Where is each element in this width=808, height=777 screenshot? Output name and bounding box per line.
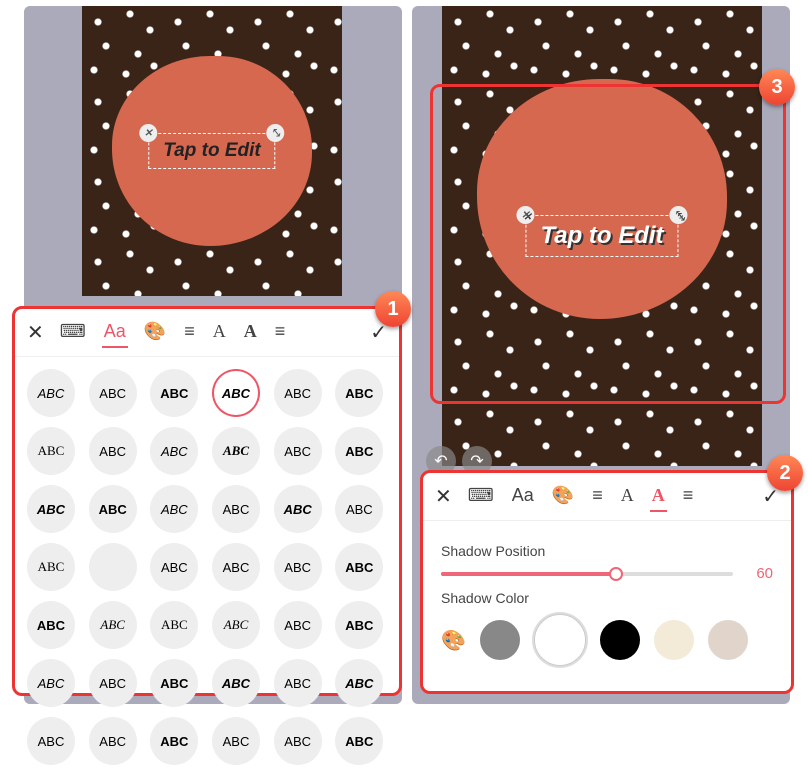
delete-handle[interactable]: ✕ [139, 124, 157, 142]
text-tool-tabbar: ✕ ⌨ Aa 🎨 ≡ A A ≡ ✓ [15, 309, 399, 357]
font-swatch[interactable]: ABC [150, 717, 198, 765]
font-swatch[interactable]: ABC [89, 601, 137, 649]
font-swatch[interactable]: ABC [335, 543, 383, 591]
close-button[interactable]: ✕ [435, 484, 452, 509]
font-swatch[interactable]: ABC [274, 427, 322, 475]
font-swatch[interactable]: ABC [335, 485, 383, 533]
shadow-color-swatch[interactable] [600, 620, 640, 660]
text-tool-tabbar: ✕ ⌨ Aa 🎨 ≡ A A ≡ ✓ [423, 473, 791, 521]
font-swatch[interactable]: ABC [335, 659, 383, 707]
font-swatch[interactable]: ABC [212, 369, 260, 417]
slider-thumb[interactable] [609, 567, 623, 581]
font-grid: ABC ABC ABC ABC ABC ABC ABC ABC ABC ABC ABC ABC ABC A… [15, 357, 399, 777]
font-swatch[interactable]: ABC [335, 427, 383, 475]
tab-shadow[interactable]: A [650, 481, 667, 512]
font-swatch[interactable]: ABC [274, 717, 322, 765]
font-swatch[interactable]: ABC [89, 485, 137, 533]
resize-handle[interactable]: ⤡ [670, 206, 688, 224]
shadow-panel: 2 ✕ ⌨ Aa 🎨 ≡ A A ≡ ✓ Shadow Position 60 … [420, 470, 794, 694]
font-swatch[interactable]: ABC [212, 659, 260, 707]
color-picker-icon[interactable]: 🎨 [441, 628, 466, 653]
slider-fill [441, 572, 616, 576]
font-swatch[interactable]: ABC [150, 369, 198, 417]
text-blob [477, 79, 727, 319]
font-swatch[interactable] [89, 543, 137, 591]
font-swatch[interactable]: ABC [335, 601, 383, 649]
text-box[interactable]: Tap to Edit ✕ ⤡ [525, 215, 678, 257]
shadow-color-swatch[interactable] [534, 614, 586, 666]
text-box[interactable]: Tap to Edit ✕ ⤡ [148, 133, 275, 169]
font-swatch[interactable]: ABC [274, 485, 322, 533]
tab-style[interactable]: A [619, 481, 636, 512]
font-swatch[interactable]: ABC [335, 369, 383, 417]
font-swatch[interactable]: ABC [27, 717, 75, 765]
font-swatch[interactable]: ABC [335, 717, 383, 765]
tab-settings[interactable]: ≡ [681, 481, 696, 512]
font-swatch[interactable]: ABC [212, 601, 260, 649]
font-swatch[interactable]: ABC [274, 369, 322, 417]
font-swatch[interactable]: ABC [274, 659, 322, 707]
font-swatch[interactable]: ABC [150, 543, 198, 591]
font-swatch[interactable]: ABC [27, 601, 75, 649]
font-swatch[interactable]: ABC [274, 543, 322, 591]
step-badge-2: 2 [767, 455, 803, 491]
font-swatch[interactable]: ABC [27, 543, 75, 591]
shadow-color-swatch[interactable] [708, 620, 748, 660]
font-swatch[interactable]: ABC [150, 601, 198, 649]
font-swatch[interactable]: ABC [89, 369, 137, 417]
tab-color[interactable]: 🎨 [550, 481, 576, 512]
step-badge-1: 1 [375, 291, 411, 327]
canvas-text: Tap to Edit [540, 222, 663, 249]
canvas-right[interactable]: Tap to Edit ✕ ⤡ [442, 6, 762, 466]
font-swatch[interactable]: ABC [150, 485, 198, 533]
tab-style[interactable]: A [211, 317, 228, 348]
shadow-color-swatch[interactable] [480, 620, 520, 660]
shadow-position-slider[interactable] [441, 572, 733, 576]
shadow-position-label: Shadow Position [441, 543, 773, 559]
font-swatch[interactable]: ABC [212, 717, 260, 765]
canvas-left[interactable]: Tap to Edit ✕ ⤡ [82, 6, 342, 296]
font-swatch[interactable]: ABC [212, 485, 260, 533]
tab-font[interactable]: Aa [510, 481, 536, 512]
font-swatch[interactable]: ABC [27, 369, 75, 417]
font-panel: 1 ✕ ⌨ Aa 🎨 ≡ A A ≡ ✓ ABCABCABCABCABCABCA… [12, 306, 402, 696]
font-swatch[interactable]: ABC [89, 659, 137, 707]
shadow-color-label: Shadow Color [441, 590, 773, 606]
tab-keyboard[interactable]: ⌨ [58, 317, 88, 348]
font-swatch[interactable]: ABC [27, 485, 75, 533]
tab-align[interactable]: ≡ [590, 481, 605, 512]
tab-outline[interactable]: A [242, 317, 259, 348]
tab-keyboard[interactable]: ⌨ [466, 481, 496, 512]
font-swatch[interactable]: ABC [212, 543, 260, 591]
font-swatch[interactable]: ABC [274, 601, 322, 649]
font-swatch[interactable]: ABC [150, 659, 198, 707]
font-swatch[interactable]: ABC [212, 427, 260, 475]
tab-align[interactable]: ≡ [182, 317, 197, 348]
tab-settings[interactable]: ≡ [273, 317, 288, 348]
delete-handle[interactable]: ✕ [516, 206, 534, 224]
shadow-color-swatch[interactable] [654, 620, 694, 660]
tab-font[interactable]: Aa [102, 317, 128, 348]
font-swatch[interactable]: ABC [27, 427, 75, 475]
font-swatch[interactable]: ABC [27, 659, 75, 707]
tab-color[interactable]: 🎨 [142, 317, 168, 348]
close-button[interactable]: ✕ [27, 320, 44, 345]
font-swatch[interactable]: ABC [150, 427, 198, 475]
font-swatch[interactable]: ABC [89, 427, 137, 475]
shadow-position-value: 60 [743, 565, 773, 582]
shadow-color-row: 🎨 [441, 614, 773, 666]
canvas-text: Tap to Edit [163, 140, 260, 161]
font-swatch[interactable]: ABC [89, 717, 137, 765]
